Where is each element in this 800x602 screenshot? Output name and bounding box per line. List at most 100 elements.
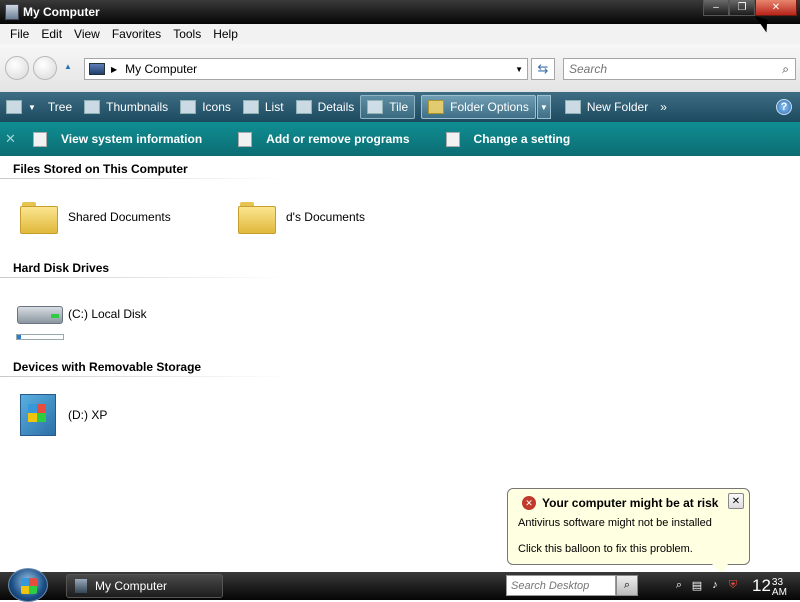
item-label: Shared Documents — [68, 210, 171, 224]
balloon-close-button[interactable]: ✕ — [728, 493, 744, 509]
my-computer-icon — [5, 4, 19, 20]
menu-edit[interactable]: Edit — [35, 27, 68, 41]
address-row: ▲ ▶ My Computer ▼ ⇆ ⌕ — [0, 44, 800, 92]
my-computer-icon — [75, 579, 87, 593]
menu-favorites[interactable]: Favorites — [106, 27, 167, 41]
refresh-icon[interactable]: ⇆ — [531, 58, 555, 80]
toolbar-list[interactable]: List — [237, 95, 290, 119]
security-balloon[interactable]: ✕ ✕ Your computer might be at risk Antiv… — [507, 488, 750, 565]
divider — [0, 178, 288, 179]
menu-tools[interactable]: Tools — [167, 27, 207, 41]
task-label: Add or remove programs — [266, 132, 410, 146]
close-icon[interactable]: ✕ — [5, 131, 25, 147]
tasks-bar: ✕ View system information Add or remove … — [0, 122, 800, 156]
list-view-icon — [242, 100, 259, 114]
volume-icon[interactable]: ♪ — [708, 578, 722, 592]
search-tray-icon[interactable]: ⌕ — [672, 578, 686, 592]
item-label: (C:) Local Disk — [68, 307, 147, 321]
search-icon[interactable]: ⌕ — [616, 575, 638, 596]
balloon-line: Click this balloon to fix this problem. — [518, 543, 693, 555]
new-folder-button[interactable]: New Folder — [559, 95, 654, 119]
tree-label: Tree — [47, 100, 73, 114]
help-icon[interactable]: ? — [776, 99, 792, 115]
chevron-down-icon: ▼ — [28, 102, 36, 112]
toolbar-tree[interactable]: Tree — [42, 95, 78, 119]
title-bar: My Computer – ❐ ✕ — [0, 0, 800, 24]
desktop-search[interactable]: ⌕ — [506, 575, 640, 596]
computer-icon — [89, 63, 105, 75]
toolbar-details[interactable]: Details — [290, 95, 361, 119]
disk-usage-bar — [16, 334, 64, 340]
search-box[interactable]: ⌕ — [563, 58, 796, 80]
menu-help[interactable]: Help — [207, 27, 244, 41]
folder-shared-documents[interactable]: Shared Documents — [20, 200, 171, 234]
folder-icon — [20, 200, 58, 234]
folder-icon — [238, 200, 276, 234]
programs-icon — [238, 131, 253, 147]
search-input[interactable] — [569, 62, 769, 76]
system-info-icon — [33, 131, 47, 147]
toolbar-thumbnails[interactable]: Thumbnails — [78, 95, 174, 119]
security-warning-icon: ✕ — [522, 496, 536, 510]
forward-button[interactable] — [33, 56, 57, 80]
settings-icon — [445, 131, 460, 147]
group-header-removable: Devices with Removable Storage — [13, 360, 202, 374]
layout-icon — [6, 100, 22, 114]
toolbar: ▼ Tree Thumbnails Icons List Details Til… — [0, 92, 800, 122]
address-path: My Computer — [125, 62, 198, 76]
folder-options-dropdown[interactable]: ▼ — [536, 95, 551, 119]
task-change-setting[interactable]: Change a setting — [445, 131, 571, 147]
toolbar-tile[interactable]: Tile — [360, 95, 416, 119]
desktop-search-input[interactable] — [506, 575, 616, 596]
divider — [0, 277, 288, 278]
drive-c-local-disk[interactable]: (C:) Local Disk — [17, 300, 147, 328]
taskbar-window-button[interactable]: My Computer — [66, 574, 223, 598]
thumbnails-icon — [84, 100, 101, 114]
balloon-line: Antivirus software might not be installe… — [518, 517, 712, 529]
back-button[interactable] — [5, 56, 29, 80]
clock-hour: 12 — [752, 576, 771, 595]
layout-button[interactable]: ▼ — [0, 95, 42, 119]
recent-pages-icon[interactable]: ▲ — [64, 62, 72, 71]
task-view-system-info[interactable]: View system information — [33, 131, 203, 147]
folder-user-documents[interactable]: d's Documents — [238, 200, 365, 234]
new-folder-label: New Folder — [586, 100, 649, 114]
divider — [0, 376, 288, 377]
folder-options-button[interactable]: Folder Options — [421, 95, 536, 119]
taskbar-window-label: My Computer — [95, 579, 168, 593]
folder-options-icon — [428, 100, 445, 114]
system-tray: ⌕ ▤ ♪ ⛨ — [672, 578, 744, 592]
search-icon[interactable]: ⌕ — [782, 62, 789, 77]
task-label: View system information — [61, 132, 203, 146]
toolbar-icons[interactable]: Icons — [174, 95, 237, 119]
address-dropdown-icon[interactable]: ▼ — [515, 65, 523, 74]
dvd-drive-icon — [16, 392, 58, 438]
tile-view-icon — [367, 100, 384, 114]
minimize-button[interactable]: – — [703, 0, 729, 16]
security-center-icon[interactable]: ⛨ — [726, 578, 740, 592]
group-header-files: Files Stored on This Computer — [13, 162, 188, 176]
new-folder-icon — [564, 100, 581, 114]
folder-options-label: Folder Options — [450, 100, 529, 114]
tile-label: Tile — [389, 100, 409, 114]
item-label: (D:) XP — [68, 408, 108, 422]
item-label: d's Documents — [286, 210, 365, 224]
clock[interactable]: 12 33 AM — [752, 574, 787, 598]
address-bar[interactable]: ▶ My Computer ▼ — [84, 58, 528, 80]
task-add-remove-programs[interactable]: Add or remove programs — [238, 131, 410, 147]
details-view-icon — [295, 100, 312, 114]
task-label: Change a setting — [473, 132, 571, 146]
menu-bar: File Edit View Favorites Tools Help — [0, 24, 800, 44]
icons-view-icon — [180, 100, 197, 114]
more-button[interactable]: » — [654, 95, 673, 119]
menu-file[interactable]: File — [4, 27, 35, 41]
restore-button[interactable]: ❐ — [729, 0, 755, 16]
start-button[interactable] — [8, 568, 48, 602]
windows-taskbar: My Computer ⌕ ⌕ ▤ ♪ ⛨ 12 33 AM — [0, 568, 800, 602]
drive-d-xp[interactable]: (D:) XP — [16, 392, 107, 438]
breadcrumb-arrow-icon[interactable]: ▶ — [111, 65, 117, 74]
windows-logo-icon — [21, 578, 37, 594]
details-label: Details — [317, 100, 355, 114]
network-icon[interactable]: ▤ — [690, 578, 704, 592]
menu-view[interactable]: View — [68, 27, 106, 41]
